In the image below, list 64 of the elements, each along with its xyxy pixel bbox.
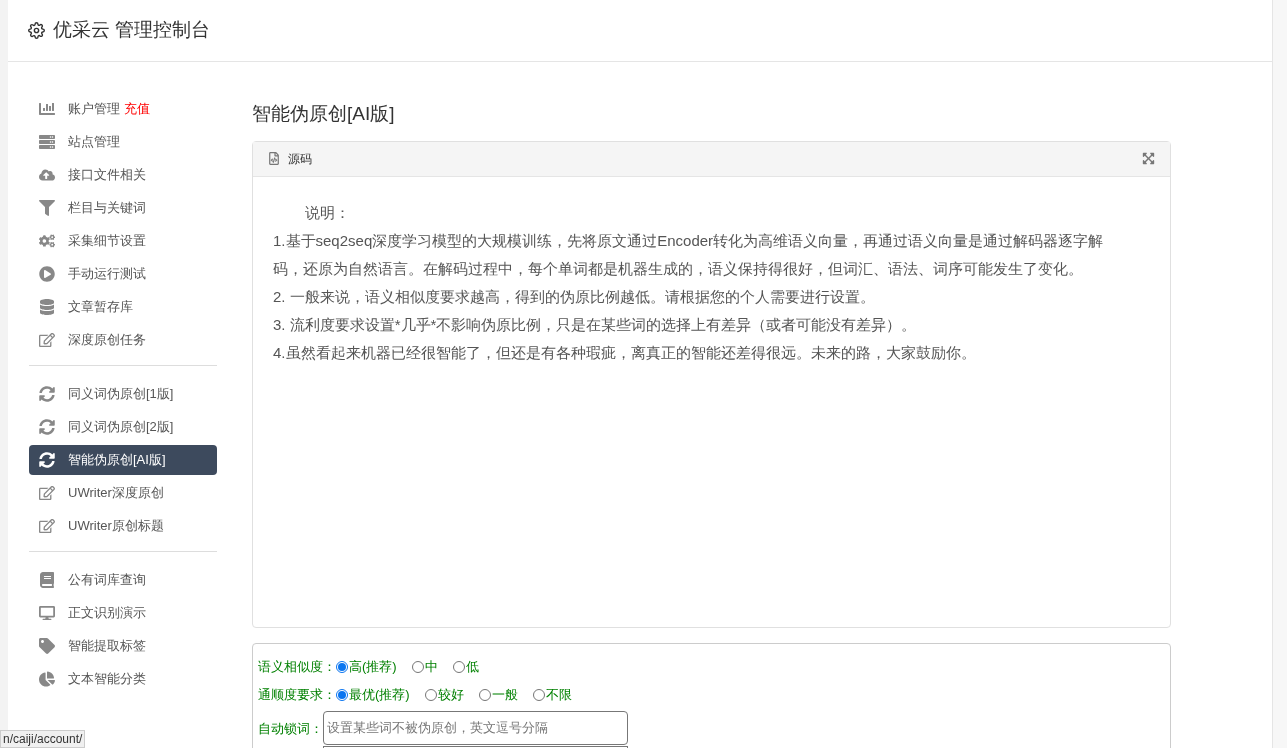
radio-button[interactable] — [532, 688, 545, 701]
radio-button[interactable] — [452, 660, 465, 673]
refresh-icon — [39, 419, 55, 435]
sidebar-item[interactable]: 同义词伪原创[1版] — [29, 379, 217, 409]
radio-label[interactable]: 最优(推荐) — [349, 684, 410, 705]
app-title: 优采云 管理控制台 — [53, 18, 211, 43]
source-tab[interactable]: 源码 — [268, 149, 312, 168]
code-file-icon — [268, 152, 280, 165]
gears-icon — [39, 233, 55, 249]
sidebar-item[interactable]: 文章暂存库 — [29, 292, 217, 322]
tag-icon — [39, 638, 55, 654]
refresh-icon — [39, 452, 55, 468]
recharge-link[interactable]: 充值 — [124, 99, 150, 119]
server-icon — [39, 134, 55, 150]
radio-label[interactable]: 一般 — [491, 684, 518, 705]
radio-button[interactable] — [411, 660, 424, 673]
bar-chart-icon — [39, 101, 55, 117]
editor-text: 2. 一般来说，语义相似度要求越高，得到的伪原比例越低。请根据您的个人需要进行设置。 — [273, 286, 876, 307]
sidebar-item[interactable]: 智能提取标签 — [29, 631, 217, 661]
radio-label[interactable]: 低 — [465, 656, 479, 677]
radio-label[interactable]: 较好 — [437, 684, 464, 705]
settings-icon — [28, 22, 45, 39]
sidebar-item[interactable]: 接口文件相关 — [29, 160, 217, 190]
sidebar-item[interactable]: 文本智能分类 — [29, 664, 217, 694]
sidebar-item[interactable]: UWriter深度原创 — [29, 478, 217, 508]
book-icon — [39, 572, 55, 588]
radio-button[interactable] — [478, 688, 491, 701]
sidebar-item[interactable]: 深度原创任务 — [29, 325, 217, 355]
sidebar-item[interactable]: 同义词伪原创[2版] — [29, 412, 217, 442]
sidebar-item[interactable]: 公有词库查询 — [29, 565, 217, 595]
edit-icon — [39, 518, 55, 534]
editor-text: 4.虽然看起来机器已经很智能了，但还是有各种瑕疵，离真正的智能还差得很远。未来的路，大家鼓励你。 — [273, 342, 977, 363]
radio-label[interactable]: 高(推荐) — [349, 656, 397, 677]
fullscreen-icon[interactable] — [1142, 152, 1155, 165]
page-heading: 智能伪原创[AI版] — [252, 102, 396, 126]
editor-text: 3. 流利度要求设置*几乎*不影响伪原比例，只是在某些词的选择上有差异（或者可能没有差异）。 — [273, 314, 918, 335]
editor-text: 1.基于seq2seq深度学习模型的大规模训练，先将原文通过Encoder转化为高维语义向量，再通过语义向量是通过解码器逐字解码，还原为自然语言。在解码过程中，每个单词都是机器生成的，语义保持得很好，但词汇、语法、词序可能发生了变化。 — [273, 230, 1105, 279]
sidebar-item[interactable]: 采集细节设置 — [29, 226, 217, 256]
sidebar-item[interactable]: 栏目与关键词 — [29, 193, 217, 223]
radio-button[interactable] — [424, 688, 437, 701]
option-label: 通顺度要求： — [258, 685, 336, 704]
pie-chart-icon — [39, 671, 55, 687]
play-icon — [39, 266, 55, 282]
sidebar-item[interactable]: 智能伪原创[AI版] — [29, 445, 217, 475]
cloud-upload-icon — [39, 167, 55, 183]
radio-label[interactable]: 中 — [424, 656, 438, 677]
sidebar-item[interactable]: UWriter原创标题 — [29, 511, 217, 541]
radio-label[interactable]: 不限 — [545, 684, 572, 705]
lock-words-label: 自动锁词： — [258, 719, 323, 738]
sidebar-item[interactable]: 账户管理 充值 — [29, 94, 217, 124]
scrollbar[interactable] — [1272, 0, 1287, 748]
edit-icon — [39, 485, 55, 501]
sidebar-item[interactable]: 正文识别演示 — [29, 598, 217, 628]
sidebar-item[interactable]: 站点管理 — [29, 127, 217, 157]
filter-icon — [39, 200, 55, 216]
refresh-icon — [39, 386, 55, 402]
option-label: 语义相似度： — [258, 657, 336, 676]
lock-words-field[interactable]: 设置某些词不被伪原创，英文逗号分隔 — [323, 710, 628, 745]
database-icon — [39, 299, 55, 315]
status-url: n/caiji/account/ — [0, 730, 86, 748]
editor-text: 说明： — [304, 202, 351, 223]
monitor-icon — [39, 605, 55, 621]
sidebar-item[interactable]: 手动运行测试 — [29, 259, 217, 289]
edit-icon — [39, 332, 55, 348]
